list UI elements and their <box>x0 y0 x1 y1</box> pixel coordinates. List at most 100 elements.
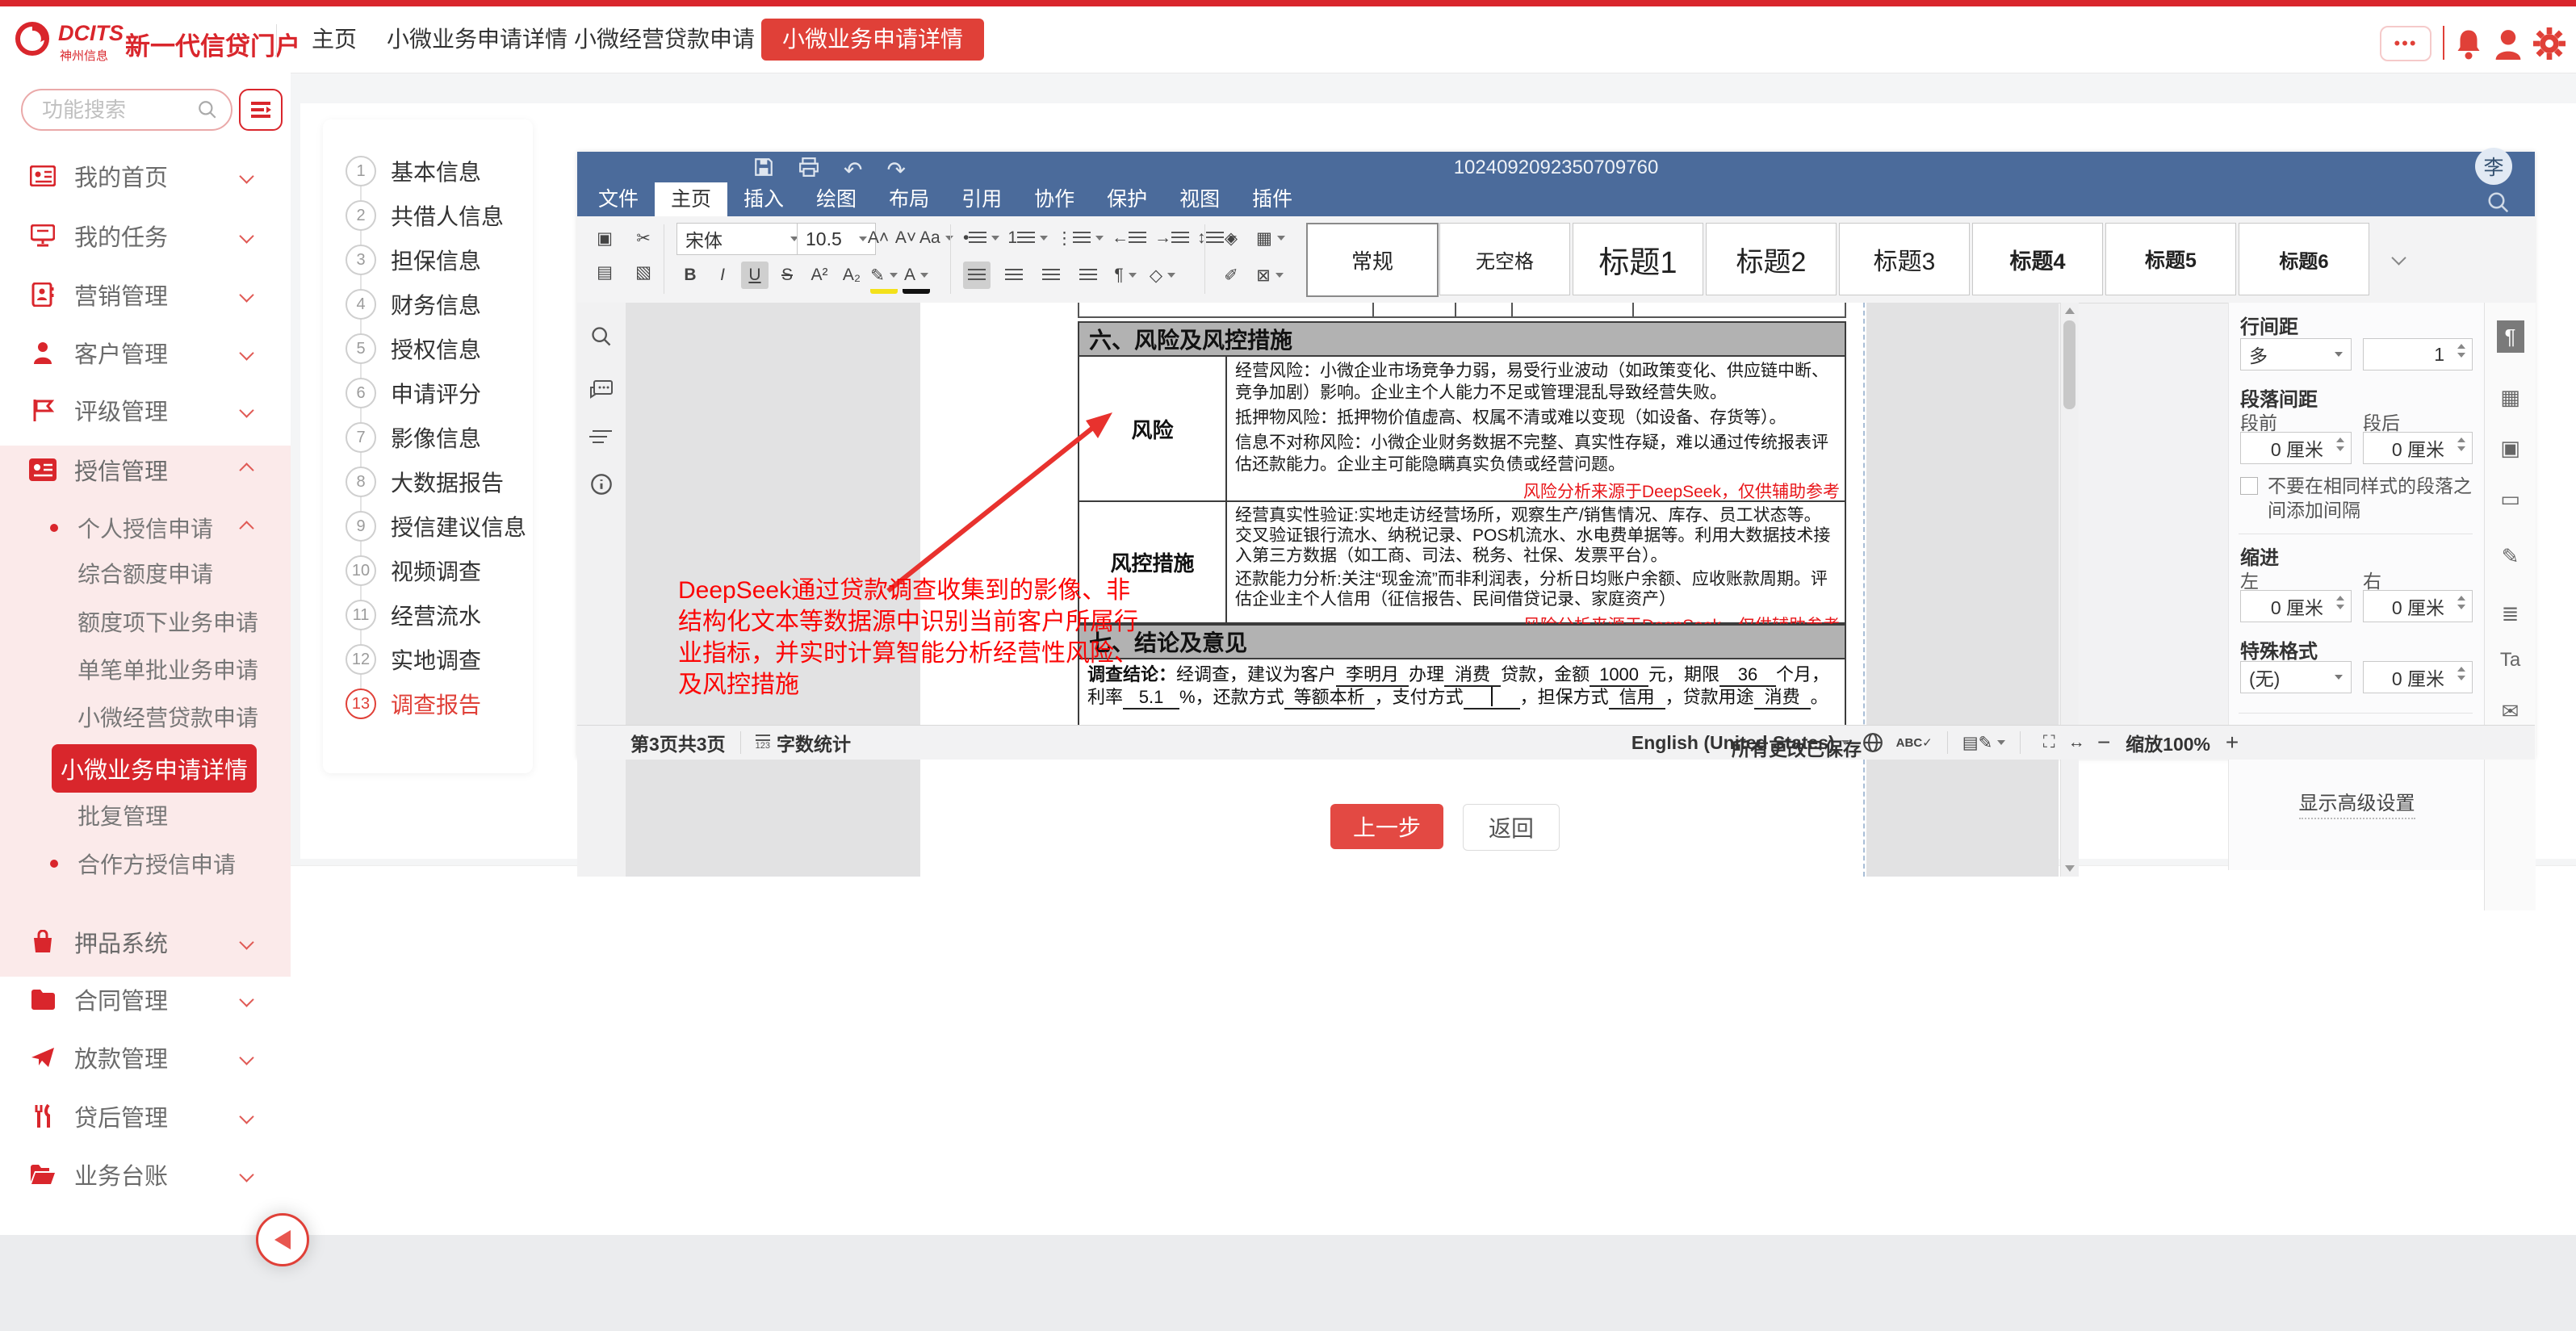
print-icon[interactable] <box>798 157 819 183</box>
bold-icon[interactable]: B <box>676 262 704 289</box>
sidebar-search[interactable] <box>21 89 232 131</box>
step-video-survey[interactable]: 10视频调查 <box>323 555 533 587</box>
no-space-checkbox[interactable] <box>2240 477 2258 495</box>
style-heading4[interactable]: 标题4 <box>1972 223 2103 295</box>
superscript-icon[interactable]: A² <box>806 262 833 289</box>
align-left-icon[interactable] <box>963 262 991 289</box>
comment-panel-icon[interactable]: ✎ <box>2502 544 2519 569</box>
nav-tab-micro-detail[interactable]: 小微业务申请详情 <box>387 6 568 73</box>
comments-icon[interactable] <box>589 379 614 404</box>
paragraph-panel-icon[interactable]: ¶ <box>2497 320 2524 353</box>
paste-icon[interactable]: ▤ <box>589 258 621 286</box>
zoom-out-button[interactable]: − <box>2090 729 2117 756</box>
subscript-icon[interactable]: A₂ <box>838 262 865 289</box>
fit-width-icon[interactable]: ↔ <box>2063 729 2090 756</box>
sidebar-item-partner-credit[interactable]: 合作方授信申请 <box>0 846 291 881</box>
tab-layout[interactable]: 布局 <box>873 182 945 216</box>
style-no-spacing[interactable]: 无空格 <box>1439 223 1570 295</box>
blank-repay-method[interactable]: 等额本析 <box>1284 687 1375 709</box>
info-icon[interactable] <box>590 473 613 500</box>
step-guarantee[interactable]: 3担保信息 <box>323 244 533 276</box>
copy-icon[interactable]: ▣ <box>589 224 621 252</box>
sidebar-item-collateral[interactable]: 押品系统 <box>0 924 291 960</box>
tab-references[interactable]: 引用 <box>945 182 1018 216</box>
indent-right-input[interactable]: 0 厘米 <box>2363 590 2473 622</box>
step-survey-report[interactable]: 13调查报告 <box>323 688 533 720</box>
step-finance[interactable]: 4财务信息 <box>323 288 533 320</box>
sidebar-item-ledger[interactable]: 业务台账 <box>0 1157 291 1192</box>
underline-icon[interactable]: U <box>741 262 769 289</box>
align-right-icon[interactable] <box>1037 262 1065 289</box>
blank-pay-method[interactable] <box>1464 687 1520 709</box>
document-canvas[interactable]: 六、风险及风控措施 风险 经营风险：小微企业市场竞争力弱，易受行业波动（如政策变… <box>626 303 2059 877</box>
step-authorization[interactable]: 5授权信息 <box>323 333 533 365</box>
fields-panel-icon[interactable]: ≣ <box>2502 601 2519 626</box>
undo-icon[interactable]: ↶ <box>844 157 862 183</box>
grow-font-icon[interactable]: A˄ <box>865 224 892 252</box>
gear-icon[interactable] <box>2533 27 2566 60</box>
blank-term[interactable]: 36 <box>1719 664 1776 687</box>
numbered-list-icon[interactable]: 1 <box>1007 224 1048 252</box>
step-imaging[interactable]: 7影像信息 <box>323 421 533 454</box>
blank-customer[interactable]: 李明月 <box>1336 664 1409 687</box>
user-icon[interactable] <box>2493 27 2524 60</box>
scroll-down-icon[interactable] <box>2065 865 2075 872</box>
special-format-select[interactable]: (无) <box>2240 661 2352 693</box>
mail-merge-panel-icon[interactable]: ✉ <box>2502 699 2519 724</box>
previous-step-button[interactable]: 上一步 <box>1330 804 1443 849</box>
line-spacing-value[interactable]: 1 <box>2363 338 2473 370</box>
sidebar-item-micro-loan-apply[interactable]: 小微经营贷款申请 <box>0 699 291 735</box>
sidebar-item-rating[interactable]: 评级管理 <box>0 392 291 428</box>
multilevel-list-icon[interactable]: ⋮ <box>1056 224 1104 252</box>
styles-more-icon[interactable] <box>2391 250 2406 265</box>
format-painter-icon[interactable]: ✐ <box>1217 262 1245 289</box>
find-icon[interactable] <box>590 325 613 352</box>
decrease-indent-icon[interactable]: ← <box>1112 224 1146 252</box>
blank-guarantee[interactable]: 信用 <box>1609 687 1665 709</box>
after-input[interactable]: 0 厘米 <box>2363 432 2473 464</box>
collapse-fab-button[interactable] <box>256 1213 309 1266</box>
advanced-settings-link[interactable]: 显示高级设置 <box>2229 787 2485 815</box>
sidebar-item-marketing[interactable]: 营销管理 <box>0 277 291 312</box>
font-name-select[interactable]: 宋体 <box>676 223 807 255</box>
step-scoring[interactable]: 6申请评分 <box>323 377 533 409</box>
increase-indent-icon[interactable]: → <box>1154 224 1189 252</box>
language-selector[interactable]: English (United States) <box>1631 732 1835 754</box>
back-button[interactable]: 返回 <box>1463 804 1560 851</box>
justify-icon[interactable] <box>1074 262 1102 289</box>
select-icon[interactable]: ▧ <box>627 258 660 286</box>
sidebar-item-limit-business[interactable]: 额度项下业务申请 <box>0 604 291 639</box>
sidebar-item-credit[interactable]: 授信管理 <box>0 452 291 488</box>
text-art-panel-icon[interactable]: Ta <box>2500 649 2520 672</box>
bell-icon[interactable] <box>2454 27 2483 60</box>
spellcheck-icon[interactable]: ABC✓ <box>1896 735 1933 750</box>
shading-icon[interactable]: ◇ <box>1149 262 1176 289</box>
bullet-list-icon[interactable]: • <box>963 224 999 252</box>
more-apps-button[interactable]: ••• <box>2380 26 2431 61</box>
document-scrollbar[interactable] <box>2060 303 2079 877</box>
sidebar-item-personal-credit[interactable]: 个人授信申请 <box>0 510 291 546</box>
sidebar-item-post-loan[interactable]: 贷后管理 <box>0 1099 291 1134</box>
fit-page-icon[interactable]: ⛶ <box>2035 729 2063 756</box>
tab-plugins[interactable]: 插件 <box>1236 182 1309 216</box>
cut-icon[interactable]: ✂ <box>627 224 660 252</box>
sidebar-item-customers[interactable]: 客户管理 <box>0 335 291 370</box>
step-basic-info[interactable]: 1基本信息 <box>323 155 533 187</box>
tab-insert[interactable]: 插入 <box>727 182 800 216</box>
eraser-icon[interactable]: ◈ <box>1217 224 1245 252</box>
frame-icon[interactable]: ⊠ <box>1256 262 1284 289</box>
image-panel-icon[interactable]: ▣ <box>2500 436 2520 461</box>
line-spacing-select[interactable]: 多 <box>2240 338 2352 370</box>
style-normal[interactable]: 常规 <box>1306 223 1439 297</box>
italic-icon[interactable]: I <box>709 262 736 289</box>
shrink-font-icon[interactable]: A˅ <box>892 224 919 252</box>
sidebar-item-contracts[interactable]: 合同管理 <box>0 982 291 1017</box>
style-heading6[interactable]: 标题6 <box>2239 223 2369 295</box>
highlight-icon[interactable]: ✎ <box>870 262 898 294</box>
scroll-up-icon[interactable] <box>2065 308 2075 314</box>
special-amount-input[interactable]: 0 厘米 <box>2363 661 2473 693</box>
font-color-icon[interactable]: A <box>903 262 930 294</box>
layout-panel-icon[interactable]: ▭ <box>2500 487 2520 512</box>
blank-type[interactable]: 消费 <box>1444 664 1501 687</box>
style-heading3[interactable]: 标题3 <box>1839 223 1970 295</box>
